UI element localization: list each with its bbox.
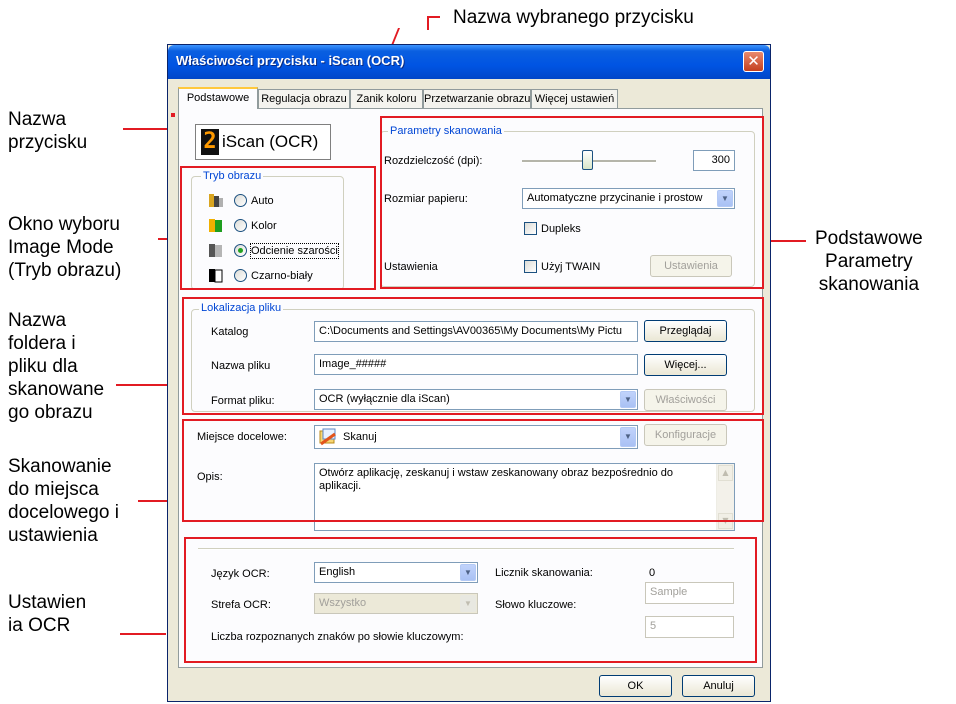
tab-image-processing[interactable]: Przetwarzanie obrazu <box>423 89 531 108</box>
tab-basic[interactable]: Podstawowe <box>178 87 258 109</box>
highlight-destination <box>182 419 764 522</box>
window-title: Właściwości przycisku - iScan (OCR) <box>176 53 405 68</box>
title-bar: Właściwości przycisku - iScan (OCR) ✕ <box>168 45 770 79</box>
tab-image-adjust[interactable]: Regulacja obrazu <box>258 89 350 108</box>
annotation-line <box>120 633 166 635</box>
cancel-button[interactable]: Anuluj <box>682 675 755 697</box>
close-button[interactable]: ✕ <box>743 51 764 72</box>
highlight-file-location <box>182 297 764 415</box>
annotation-button-name: Nazwa przycisku <box>8 109 88 153</box>
annotation-basic-params: Podstawowe Parametry skanowania <box>815 228 923 295</box>
annotation-ocr: Ustawien ia OCR <box>8 592 87 636</box>
highlight-ocr <box>184 537 757 663</box>
ok-button[interactable]: OK <box>599 675 672 697</box>
annotation-line <box>123 128 171 130</box>
annotation-line <box>427 16 429 30</box>
highlight-button-name-box <box>171 113 175 117</box>
annotation-selected-button-name: Nazwa wybranego przycisku <box>453 7 694 28</box>
annotation-folder-file: Nazwa foldera i pliku dla skanowane go o… <box>8 310 105 423</box>
button-number-icon: 2 <box>201 129 219 155</box>
highlight-image-mode <box>180 166 376 290</box>
close-icon: ✕ <box>747 52 760 70</box>
tab-color-dropout[interactable]: Zanik koloru <box>350 89 423 108</box>
annotation-destination: Skanowanie do miejsca docelowego i ustaw… <box>8 456 119 546</box>
annotation-image-mode: Okno wyboru Image Mode (Tryb obrazu) <box>8 214 122 281</box>
button-name-box: 2 iScan (OCR) <box>195 124 331 160</box>
button-name-label: iScan (OCR) <box>222 132 319 151</box>
tab-more-settings[interactable]: Więcej ustawień <box>531 89 618 108</box>
highlight-scan-params <box>380 116 764 289</box>
